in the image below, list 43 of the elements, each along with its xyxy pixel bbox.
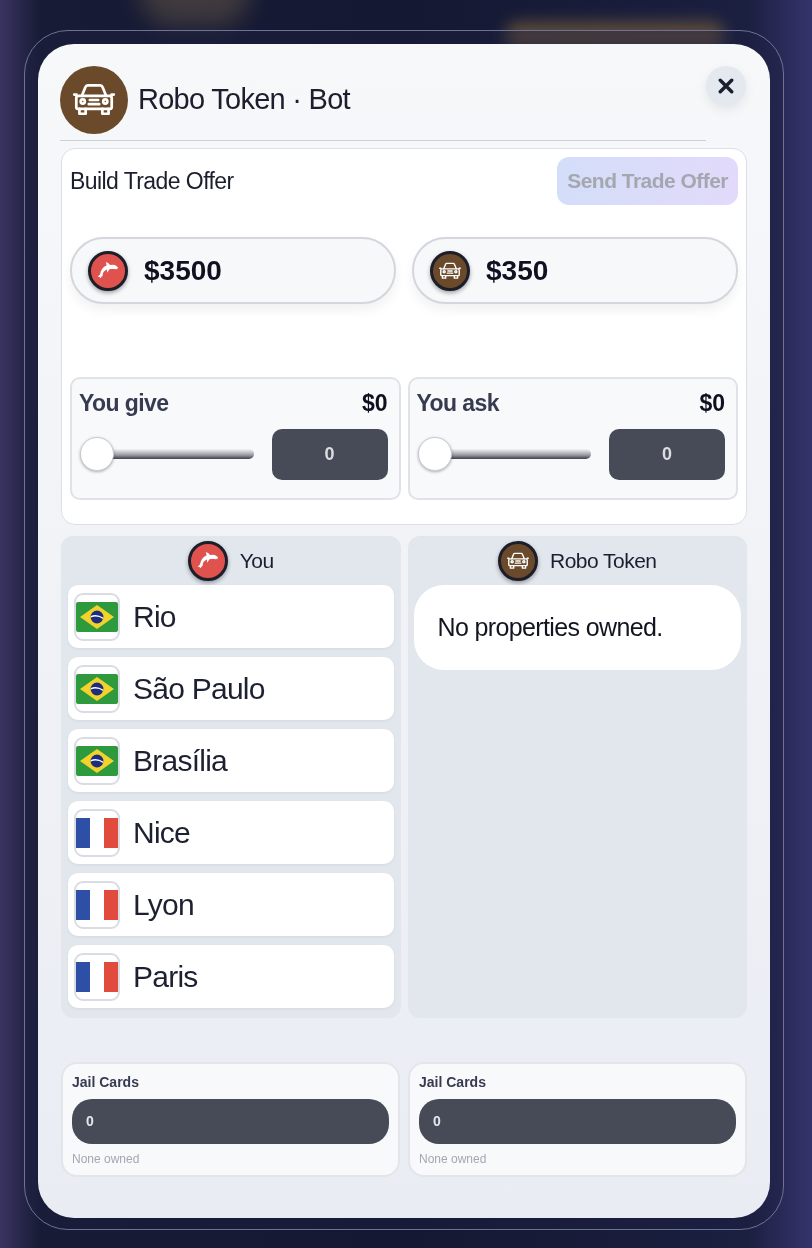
close-button[interactable] [706, 66, 746, 106]
slider-track[interactable] [417, 437, 591, 471]
property-item[interactable]: Brasília [68, 729, 394, 792]
amount-input[interactable]: 0 [609, 428, 725, 480]
flag-icon [74, 592, 120, 641]
property-name: Brasília [133, 743, 228, 779]
flag-icon [74, 736, 120, 785]
property-name: Nice [133, 815, 190, 851]
jail-cards-field[interactable]: 0 [419, 1099, 736, 1144]
slider-thumb[interactable] [417, 437, 452, 471]
amount-input[interactable]: 0 [271, 428, 388, 480]
balance-amount: $3500 [144, 253, 222, 288]
cash-amount: $0 [361, 389, 388, 418]
jail-cards-label: Jail Cards [72, 1073, 140, 1092]
flag-icon [74, 808, 120, 857]
close-icon [718, 78, 734, 94]
empty-note: No properties owned. [437, 611, 663, 643]
player-name: Robo Token [550, 547, 657, 574]
player-name: You [239, 547, 274, 574]
property-name: São Paulo [133, 671, 265, 707]
balance-amount: $350 [486, 253, 549, 288]
slider-track[interactable] [80, 437, 254, 471]
cash-label: You give [79, 389, 169, 418]
property-item[interactable]: Rio [68, 585, 394, 648]
flag-icon [74, 880, 120, 929]
property-item[interactable]: Lyon [68, 873, 394, 936]
slider-thumb[interactable] [80, 437, 114, 471]
jail-cards-note: None owned [419, 1151, 488, 1168]
flag-icon [74, 952, 120, 1001]
cash-amount: $0 [699, 389, 725, 418]
property-item[interactable]: Nice [68, 801, 394, 864]
cash-label: You ask [416, 389, 499, 418]
property-name: Lyon [133, 887, 194, 923]
offer-title: Build Trade Offer [70, 166, 234, 196]
jail-cards-label: Jail Cards [419, 1073, 487, 1092]
jail-cards-field[interactable]: 0 [72, 1099, 389, 1144]
jail-cards-note: None owned [72, 1151, 141, 1168]
property-name: Paris [133, 959, 198, 995]
property-item[interactable]: São Paulo [68, 657, 394, 720]
dialog-title: Robo Token · Bot [138, 82, 350, 118]
flag-icon [74, 664, 120, 713]
property-name: Rio [133, 599, 176, 635]
property-item[interactable]: Paris [68, 945, 394, 1008]
